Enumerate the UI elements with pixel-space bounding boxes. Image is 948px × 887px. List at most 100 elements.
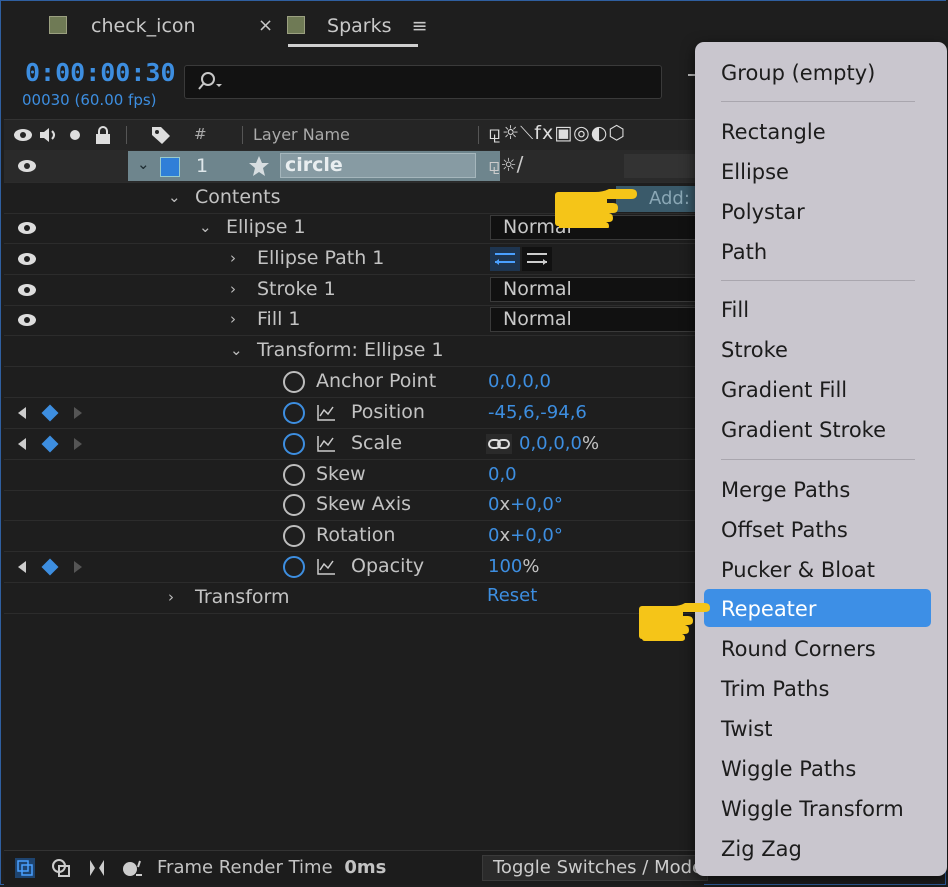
eye-icon[interactable]	[12, 127, 34, 143]
chevron-down-icon[interactable]: ⌄	[199, 218, 212, 236]
graph-icon[interactable]	[316, 558, 336, 576]
fill-row[interactable]: › Fill 1 Normal	[4, 305, 710, 336]
menu-item-twist[interactable]: Twist	[721, 717, 773, 741]
blend-mode-dropdown[interactable]: Normal	[490, 307, 710, 332]
chevron-right-icon[interactable]: ›	[230, 280, 236, 298]
menu-item-group[interactable]: Group (empty)	[721, 61, 875, 85]
next-keyframe-icon[interactable]	[74, 561, 82, 573]
layer-switches[interactable]: ⚼☼/	[488, 152, 523, 176]
scale-value[interactable]: 0,0,0,0%	[519, 433, 599, 454]
skew-axis-value[interactable]: 0x+0,0°	[488, 494, 563, 515]
graph-icon[interactable]	[316, 404, 336, 422]
column-layer-name[interactable]: Layer Name	[253, 125, 350, 144]
transform-row[interactable]: › Transform Reset	[4, 583, 704, 614]
position-row[interactable]: Position -45,6,-94,6	[4, 398, 704, 429]
ellipse-path-row[interactable]: › Ellipse Path 1	[4, 244, 704, 275]
prev-keyframe-icon[interactable]	[18, 407, 26, 419]
toggle-switches-modes-button[interactable]: Toggle Switches / Modes	[482, 855, 708, 881]
menu-item-path[interactable]: Path	[721, 240, 767, 264]
menu-item-polystar[interactable]: Polystar	[721, 200, 805, 224]
keyframe-diamond-icon[interactable]	[41, 404, 59, 422]
in-out-icon[interactable]	[86, 857, 108, 879]
eye-icon[interactable]	[16, 252, 38, 266]
menu-item-round-corners[interactable]: Round Corners	[721, 637, 876, 661]
chevron-right-icon[interactable]: ›	[168, 588, 174, 606]
layer-switches-toggle-icon[interactable]	[14, 857, 36, 879]
eye-icon[interactable]	[16, 221, 38, 235]
menu-item-wiggle-paths[interactable]: Wiggle Paths	[721, 757, 856, 781]
keyframe-diamond-icon[interactable]	[41, 435, 59, 453]
tab-check-icon[interactable]: check_icon	[49, 15, 196, 41]
anchor-point-value[interactable]: 0,0,0,0	[488, 371, 551, 392]
menu-item-trim-paths[interactable]: Trim Paths	[721, 677, 829, 701]
stopwatch-icon[interactable]	[283, 525, 305, 547]
skew-row[interactable]: Skew 0,0	[4, 460, 704, 491]
composition-icon	[287, 16, 305, 34]
stopwatch-icon[interactable]	[283, 402, 305, 424]
menu-item-wiggle-transform[interactable]: Wiggle Transform	[721, 797, 904, 821]
label-tag-icon[interactable]	[150, 125, 172, 145]
rotation-degrees: +0,0°	[510, 525, 563, 546]
menu-item-fill[interactable]: Fill	[721, 298, 749, 322]
lock-icon[interactable]	[94, 125, 112, 145]
skew-value[interactable]: 0,0	[488, 464, 517, 485]
position-value[interactable]: -45,6,-94,6	[488, 402, 587, 423]
next-keyframe-icon[interactable]	[74, 438, 82, 450]
menu-item-zig-zag[interactable]: Zig Zag	[721, 837, 802, 861]
current-time[interactable]: 0:00:00:30	[25, 58, 176, 87]
stopwatch-icon[interactable]	[283, 371, 305, 393]
layer-name-field[interactable]: circle	[280, 153, 476, 178]
menu-item-ellipse[interactable]: Ellipse	[721, 160, 789, 184]
chevron-right-icon[interactable]: ›	[230, 310, 236, 328]
opacity-row[interactable]: Opacity 100%	[4, 552, 704, 583]
stopwatch-icon[interactable]	[283, 556, 305, 578]
transform-ellipse-row[interactable]: ⌄ Transform: Ellipse 1	[4, 336, 704, 367]
transfer-controls-icon[interactable]	[50, 857, 72, 879]
keyframe-diamond-icon[interactable]	[41, 558, 59, 576]
eye-icon[interactable]	[16, 159, 38, 173]
audio-icon[interactable]	[38, 126, 60, 144]
search-field[interactable]	[231, 70, 655, 96]
menu-item-gradient-fill[interactable]: Gradient Fill	[721, 378, 847, 402]
rotation-row[interactable]: Rotation 0x+0,0°	[4, 521, 704, 552]
prev-keyframe-icon[interactable]	[18, 561, 26, 573]
menu-item-gradient-stroke[interactable]: Gradient Stroke	[721, 418, 886, 442]
menu-item-merge-paths[interactable]: Merge Paths	[721, 478, 850, 502]
prev-keyframe-icon[interactable]	[18, 438, 26, 450]
layer-row[interactable]: ⌄ 1 circle ⚼☼/	[4, 150, 704, 183]
eye-icon[interactable]	[16, 283, 38, 297]
chevron-down-icon[interactable]: ⌄	[137, 155, 150, 173]
path-direction-reverse-icon[interactable]	[522, 247, 552, 271]
rotation-value[interactable]: 0x+0,0°	[488, 525, 563, 546]
eye-icon[interactable]	[16, 313, 38, 327]
opacity-value[interactable]: 100%	[488, 556, 539, 577]
stopwatch-icon[interactable]	[283, 494, 305, 516]
graph-icon[interactable]	[316, 435, 336, 453]
blend-mode-dropdown[interactable]: Normal	[490, 277, 710, 302]
skew-axis-row[interactable]: Skew Axis 0x+0,0°	[4, 490, 704, 521]
panel-menu-icon[interactable]: ≡	[412, 15, 428, 37]
tab-close-button[interactable]: ×	[258, 15, 273, 41]
render-time-snail-icon[interactable]	[120, 857, 144, 879]
anchor-point-row[interactable]: Anchor Point 0,0,0,0	[4, 367, 704, 398]
next-keyframe-icon[interactable]	[74, 407, 82, 419]
path-direction-icon[interactable]	[490, 247, 520, 271]
menu-item-stroke[interactable]: Stroke	[721, 338, 788, 362]
stroke-row[interactable]: › Stroke 1 Normal	[4, 275, 710, 306]
search-input[interactable]	[184, 65, 662, 99]
scale-row[interactable]: Scale 0,0,0,0%	[4, 429, 704, 460]
chevron-right-icon[interactable]: ›	[230, 249, 236, 267]
label-color-swatch[interactable]	[160, 157, 180, 177]
stopwatch-icon[interactable]	[283, 433, 305, 455]
constrain-proportions-link-icon[interactable]	[486, 434, 512, 454]
menu-item-offset-paths[interactable]: Offset Paths	[721, 518, 848, 542]
menu-item-pucker-bloat[interactable]: Pucker & Bloat	[721, 558, 875, 582]
chevron-down-icon[interactable]: ⌄	[230, 341, 243, 359]
menu-item-rectangle[interactable]: Rectangle	[721, 120, 826, 144]
solo-icon[interactable]	[70, 130, 80, 140]
stopwatch-icon[interactable]	[283, 464, 305, 486]
chevron-down-icon[interactable]: ⌄	[168, 188, 181, 206]
tab-sparks[interactable]: Sparks ≡	[287, 15, 428, 41]
reset-link[interactable]: Reset	[487, 585, 537, 606]
menu-item-repeater[interactable]: Repeater	[721, 597, 816, 621]
